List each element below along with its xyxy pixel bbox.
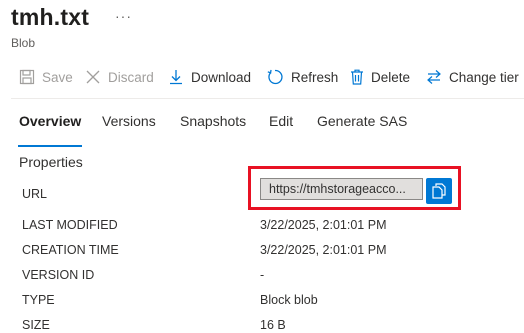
copy-url-button[interactable] xyxy=(426,178,452,204)
download-icon xyxy=(170,70,182,85)
creation-time-value: 3/22/2025, 2:01:01 PM xyxy=(260,243,387,257)
last-modified-label: LAST MODIFIED xyxy=(22,218,118,232)
save-icon xyxy=(19,69,35,85)
creation-time-label: CREATION TIME xyxy=(22,243,119,257)
last-modified-value: 3/22/2025, 2:01:01 PM xyxy=(260,218,387,232)
discard-button[interactable]: Discard xyxy=(85,66,154,88)
refresh-label: Refresh xyxy=(291,69,339,85)
change-tier-label: Change tier xyxy=(449,69,519,85)
save-label: Save xyxy=(42,69,73,85)
size-label: SIZE xyxy=(22,318,50,332)
tab-generate-sas[interactable]: Generate SAS xyxy=(317,113,407,129)
change-tier-button[interactable]: Change tier xyxy=(426,66,519,88)
url-field[interactable]: https://tmhstorageacco... xyxy=(260,178,423,200)
tab-snapshots[interactable]: Snapshots xyxy=(180,113,246,129)
toolbar-divider xyxy=(11,98,524,99)
version-id-label: VERSION ID xyxy=(22,268,95,282)
tab-versions[interactable]: Versions xyxy=(102,113,156,129)
type-label: TYPE xyxy=(22,293,55,307)
download-button[interactable]: Download xyxy=(168,66,251,88)
page-subtitle: Blob xyxy=(11,36,36,50)
type-value: Block blob xyxy=(260,293,318,307)
download-label: Download xyxy=(191,69,252,85)
command-bar: Save Discard Download Refresh Delete Cha… xyxy=(0,66,524,90)
copy-icon xyxy=(432,183,446,199)
discard-label: Discard xyxy=(108,69,154,85)
more-options-button[interactable]: ··· xyxy=(115,8,132,24)
delete-icon xyxy=(351,69,363,85)
size-value: 16 B xyxy=(260,318,286,332)
url-label: URL xyxy=(22,187,48,201)
save-button[interactable]: Save xyxy=(19,66,73,88)
discard-icon xyxy=(86,70,100,84)
tab-overview[interactable]: Overview xyxy=(19,113,81,129)
properties-heading: Properties xyxy=(19,154,83,170)
tab-edit[interactable]: Edit xyxy=(269,113,293,129)
delete-label: Delete xyxy=(371,69,411,85)
delete-button[interactable]: Delete xyxy=(350,66,410,88)
refresh-icon xyxy=(267,69,283,85)
active-tab-indicator xyxy=(18,145,82,147)
version-id-value: - xyxy=(260,268,265,282)
refresh-button[interactable]: Refresh xyxy=(266,66,338,88)
page-title: tmh.txt xyxy=(11,4,90,30)
change-tier-icon xyxy=(427,70,441,84)
